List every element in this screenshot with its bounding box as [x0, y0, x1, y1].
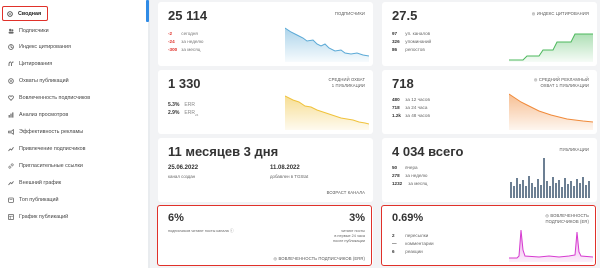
highlight-frame	[381, 205, 596, 266]
subscribers-value: 25 114	[168, 8, 208, 23]
sidebar-item-label: Охваты публикаций	[19, 78, 69, 84]
publications-label: ПУБЛИКАЦИИ	[559, 147, 589, 152]
sidebar-item-label: Топ публикаций	[19, 197, 59, 203]
stat-row: 86 репостов	[392, 47, 425, 52]
added-date: 11.08.2022	[270, 165, 300, 171]
stat-row: 278 за неделю	[392, 173, 428, 178]
sidebar-item-label: Сводная	[18, 10, 42, 17]
ad-reach-value: 718	[392, 76, 414, 91]
subscribers-label: ПОДПИСЧИКИ	[334, 11, 365, 16]
sidebar-item-subscribers[interactable]: Подписчики	[4, 24, 140, 38]
stat-row: 1.2k за 48 часов	[392, 113, 430, 118]
created-label: канал создан	[168, 174, 196, 179]
sidebar: Сводная Подписчики Индекс цитирования Ци…	[0, 0, 148, 268]
quotes-icon	[8, 61, 14, 67]
ads-icon	[8, 128, 14, 135]
sidebar-item-reach[interactable]: Охваты публикаций	[4, 74, 140, 88]
highlight-frame	[157, 205, 372, 266]
sidebar-item-label: Подписчики	[19, 28, 49, 34]
channel-age-label: ВОЗРАСТ КАНАЛА	[326, 190, 365, 195]
schedule-icon	[8, 214, 14, 220]
sidebar-item-schedule[interactable]: График публикаций	[4, 210, 140, 224]
views-icon	[8, 112, 14, 118]
publications-value: 4 034 всего	[392, 144, 464, 159]
stat-row: 326 упоминаний	[392, 39, 432, 44]
stat-row: 480 за 12 часов	[392, 97, 430, 102]
reach-icon	[8, 78, 14, 84]
err24-row: 2.9% ERR24	[168, 110, 199, 117]
link-icon	[8, 163, 14, 169]
citation-index-icon	[8, 44, 14, 50]
ad-reach-card[interactable]: 718 ◎ СРЕДНИЙ РЕКЛАМНЫЙ ОХВАТ 1 ПУБЛИКАЦИ…	[382, 70, 597, 134]
engagement-icon	[8, 95, 14, 101]
sidebar-item-summary[interactable]: Сводная	[2, 6, 48, 21]
sidebar-item-label: График публикаций	[19, 214, 69, 220]
added-label: добавлен в TGStat	[270, 174, 309, 179]
channel-age-value: 11 месяцев 3 дня	[168, 144, 279, 159]
stat-row: 718 за 24 часа	[392, 105, 428, 110]
sidebar-item-top-posts[interactable]: Топ публикаций	[4, 193, 140, 207]
created-date: 25.06.2022	[168, 165, 199, 171]
sidebar-item-label: Внешний график	[19, 180, 62, 186]
citation-index-card[interactable]: 27.5 ◎ ИНДЕКС ЦИТИРОВАНИЯ 97 уп. каналов…	[382, 2, 597, 66]
subscribers-card[interactable]: 25 114 ПОДПИСЧИКИ -2 сегодня -24 за неде…	[158, 2, 373, 66]
sidebar-item-label: Эффективность рекламы	[19, 129, 84, 135]
stat-row: -2 сегодня	[168, 31, 198, 36]
sidebar-item-label: Индекс цитирования	[19, 44, 71, 50]
sidebar-item-label: Привлечение подписчиков	[19, 146, 86, 152]
citation-index-label: ◎ ИНДЕКС ЦИТИРОВАНИЯ	[531, 11, 589, 16]
sidebar-item-external-chart[interactable]: Внешний график	[4, 176, 140, 190]
citation-index-value: 27.5	[392, 8, 418, 23]
growth-icon	[8, 146, 14, 152]
subscribers-icon	[8, 28, 14, 34]
dashboard-icon	[7, 10, 13, 17]
reach-label: СРЕДНИЙ ОХВАТ 1 ПУБЛИКАЦИИ	[328, 77, 365, 88]
sidebar-item-label: Цитирования	[19, 61, 53, 67]
sidebar-item-views[interactable]: Анализ просмотров	[4, 108, 140, 122]
sidebar-item-growth[interactable]: Привлечение подписчиков	[4, 142, 140, 156]
top-posts-icon	[8, 197, 14, 203]
sidebar-item-label: Анализ просмотров	[19, 112, 69, 118]
stat-row: -24 за неделю	[168, 39, 204, 44]
sidebar-item-ads[interactable]: Эффективность рекламы	[4, 125, 140, 139]
ad-reach-label: ◎ СРЕДНИЙ РЕКЛАМНЫЙ ОХВАТ 1 ПУБЛИКАЦИИ	[533, 77, 589, 88]
publications-card[interactable]: 4 034 всего ПУБЛИКАЦИИ 50 вчера 278 за н…	[382, 138, 597, 202]
subscribers-sparkline	[285, 27, 369, 62]
stat-row: 1232 за месяц	[392, 181, 428, 186]
sidebar-divider	[148, 0, 150, 268]
sidebar-item-citation-index[interactable]: Индекс цитирования	[4, 40, 140, 54]
reach-value: 1 330	[168, 76, 201, 91]
reach-card[interactable]: 1 330 СРЕДНИЙ ОХВАТ 1 ПУБЛИКАЦИИ 5.3% ERR…	[158, 70, 373, 134]
sidebar-item-invite-links[interactable]: Пригласительные ссылки	[4, 159, 140, 173]
citation-index-sparkline	[509, 33, 593, 62]
external-chart-icon	[8, 180, 14, 186]
channel-age-card[interactable]: 11 месяцев 3 дня 25.06.2022 канал создан…	[158, 138, 373, 202]
sidebar-item-engagement[interactable]: Вовлеченность подписчиков	[4, 91, 140, 105]
publications-bar-chart	[510, 158, 590, 198]
stat-row: 97 уп. каналов	[392, 31, 431, 36]
sidebar-item-quotes[interactable]: Цитирования	[4, 57, 140, 71]
sidebar-scrollbar[interactable]	[146, 0, 149, 22]
err-row: 5.3% ERR	[168, 102, 195, 108]
sidebar-item-label: Пригласительные ссылки	[19, 163, 83, 169]
reach-sparkline	[285, 95, 369, 130]
ad-reach-sparkline	[509, 93, 593, 130]
stat-row: -300 за месяц	[168, 47, 201, 52]
stat-row: 50 вчера	[392, 165, 418, 170]
sidebar-item-label: Вовлеченность подписчиков	[19, 95, 91, 101]
